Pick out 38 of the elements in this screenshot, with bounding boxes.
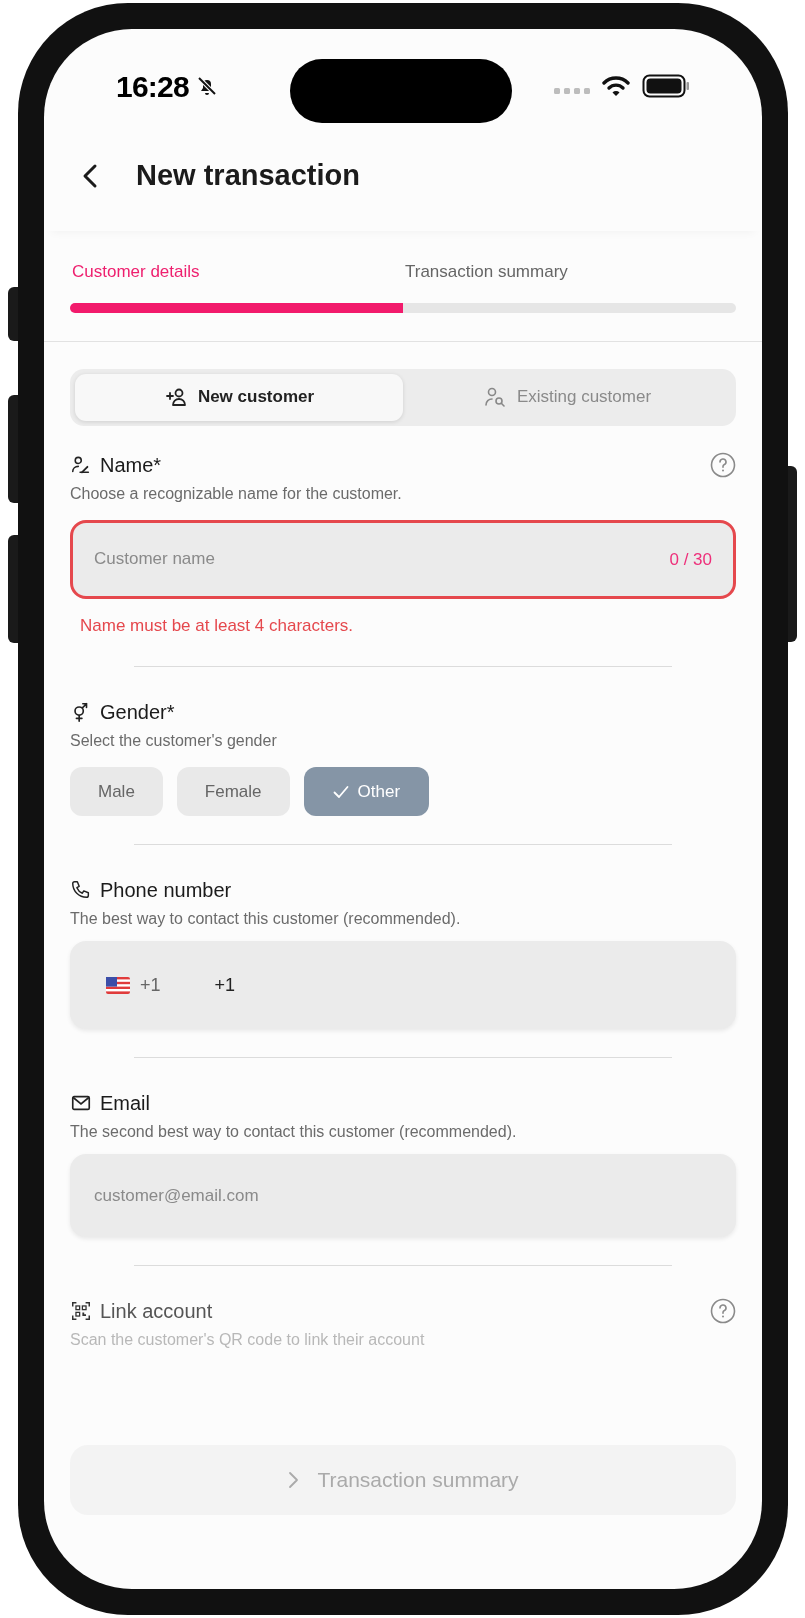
help-icon (710, 1298, 736, 1324)
battery-icon (642, 74, 690, 98)
section-description: The second best way to contact this customer (recommended). (70, 1122, 518, 1142)
status-time: 16:28 (116, 68, 189, 105)
page-title: New transaction (136, 158, 360, 194)
help-button[interactable] (710, 1298, 736, 1324)
step-tab[interactable]: Transaction summary (403, 259, 736, 313)
option-chip[interactable]: Male (70, 767, 163, 816)
chevron-right-icon (287, 1471, 300, 1489)
step-tab[interactable]: Customer details (70, 259, 403, 313)
signal-icon (554, 87, 590, 95)
phone-icon (70, 879, 92, 901)
option-chip[interactable]: Female (176, 767, 290, 816)
section-description: The best way to contact this customer (recommended). (70, 909, 462, 929)
flag-icon (106, 976, 130, 994)
qr-code-icon (70, 1300, 92, 1322)
mode-tab[interactable]: Existing customer (403, 373, 731, 421)
section-description: Select the customer's gender (70, 731, 278, 751)
country-code-button[interactable]: +1 (106, 971, 161, 999)
section-title: Name* (100, 452, 162, 478)
section-description: Scan the customer's QR code to link their account (70, 1330, 426, 1350)
error-message: Name must be at least 4 characters. (79, 614, 355, 637)
person-search-icon (482, 385, 507, 409)
section-title: Email (100, 1091, 150, 1116)
help-icon (710, 451, 736, 478)
help-button[interactable] (710, 451, 736, 478)
section-description: Choose a recognizable name for the customer. (70, 483, 403, 504)
section-title: Link account (100, 1299, 213, 1324)
mode-tab[interactable]: New customer (75, 373, 403, 421)
character-counter: 0 / 30 (669, 548, 712, 571)
phone-field[interactable]: +1 +1 (70, 941, 736, 1029)
wifi-icon (602, 75, 630, 97)
check-icon (332, 784, 349, 799)
text-field[interactable]: customer@email.com (70, 1154, 736, 1237)
phone-value: +1 (214, 973, 236, 997)
section-title: Phone number (100, 878, 232, 903)
section-title: Gender* (100, 700, 175, 725)
option-chip[interactable]: Other (303, 767, 430, 816)
